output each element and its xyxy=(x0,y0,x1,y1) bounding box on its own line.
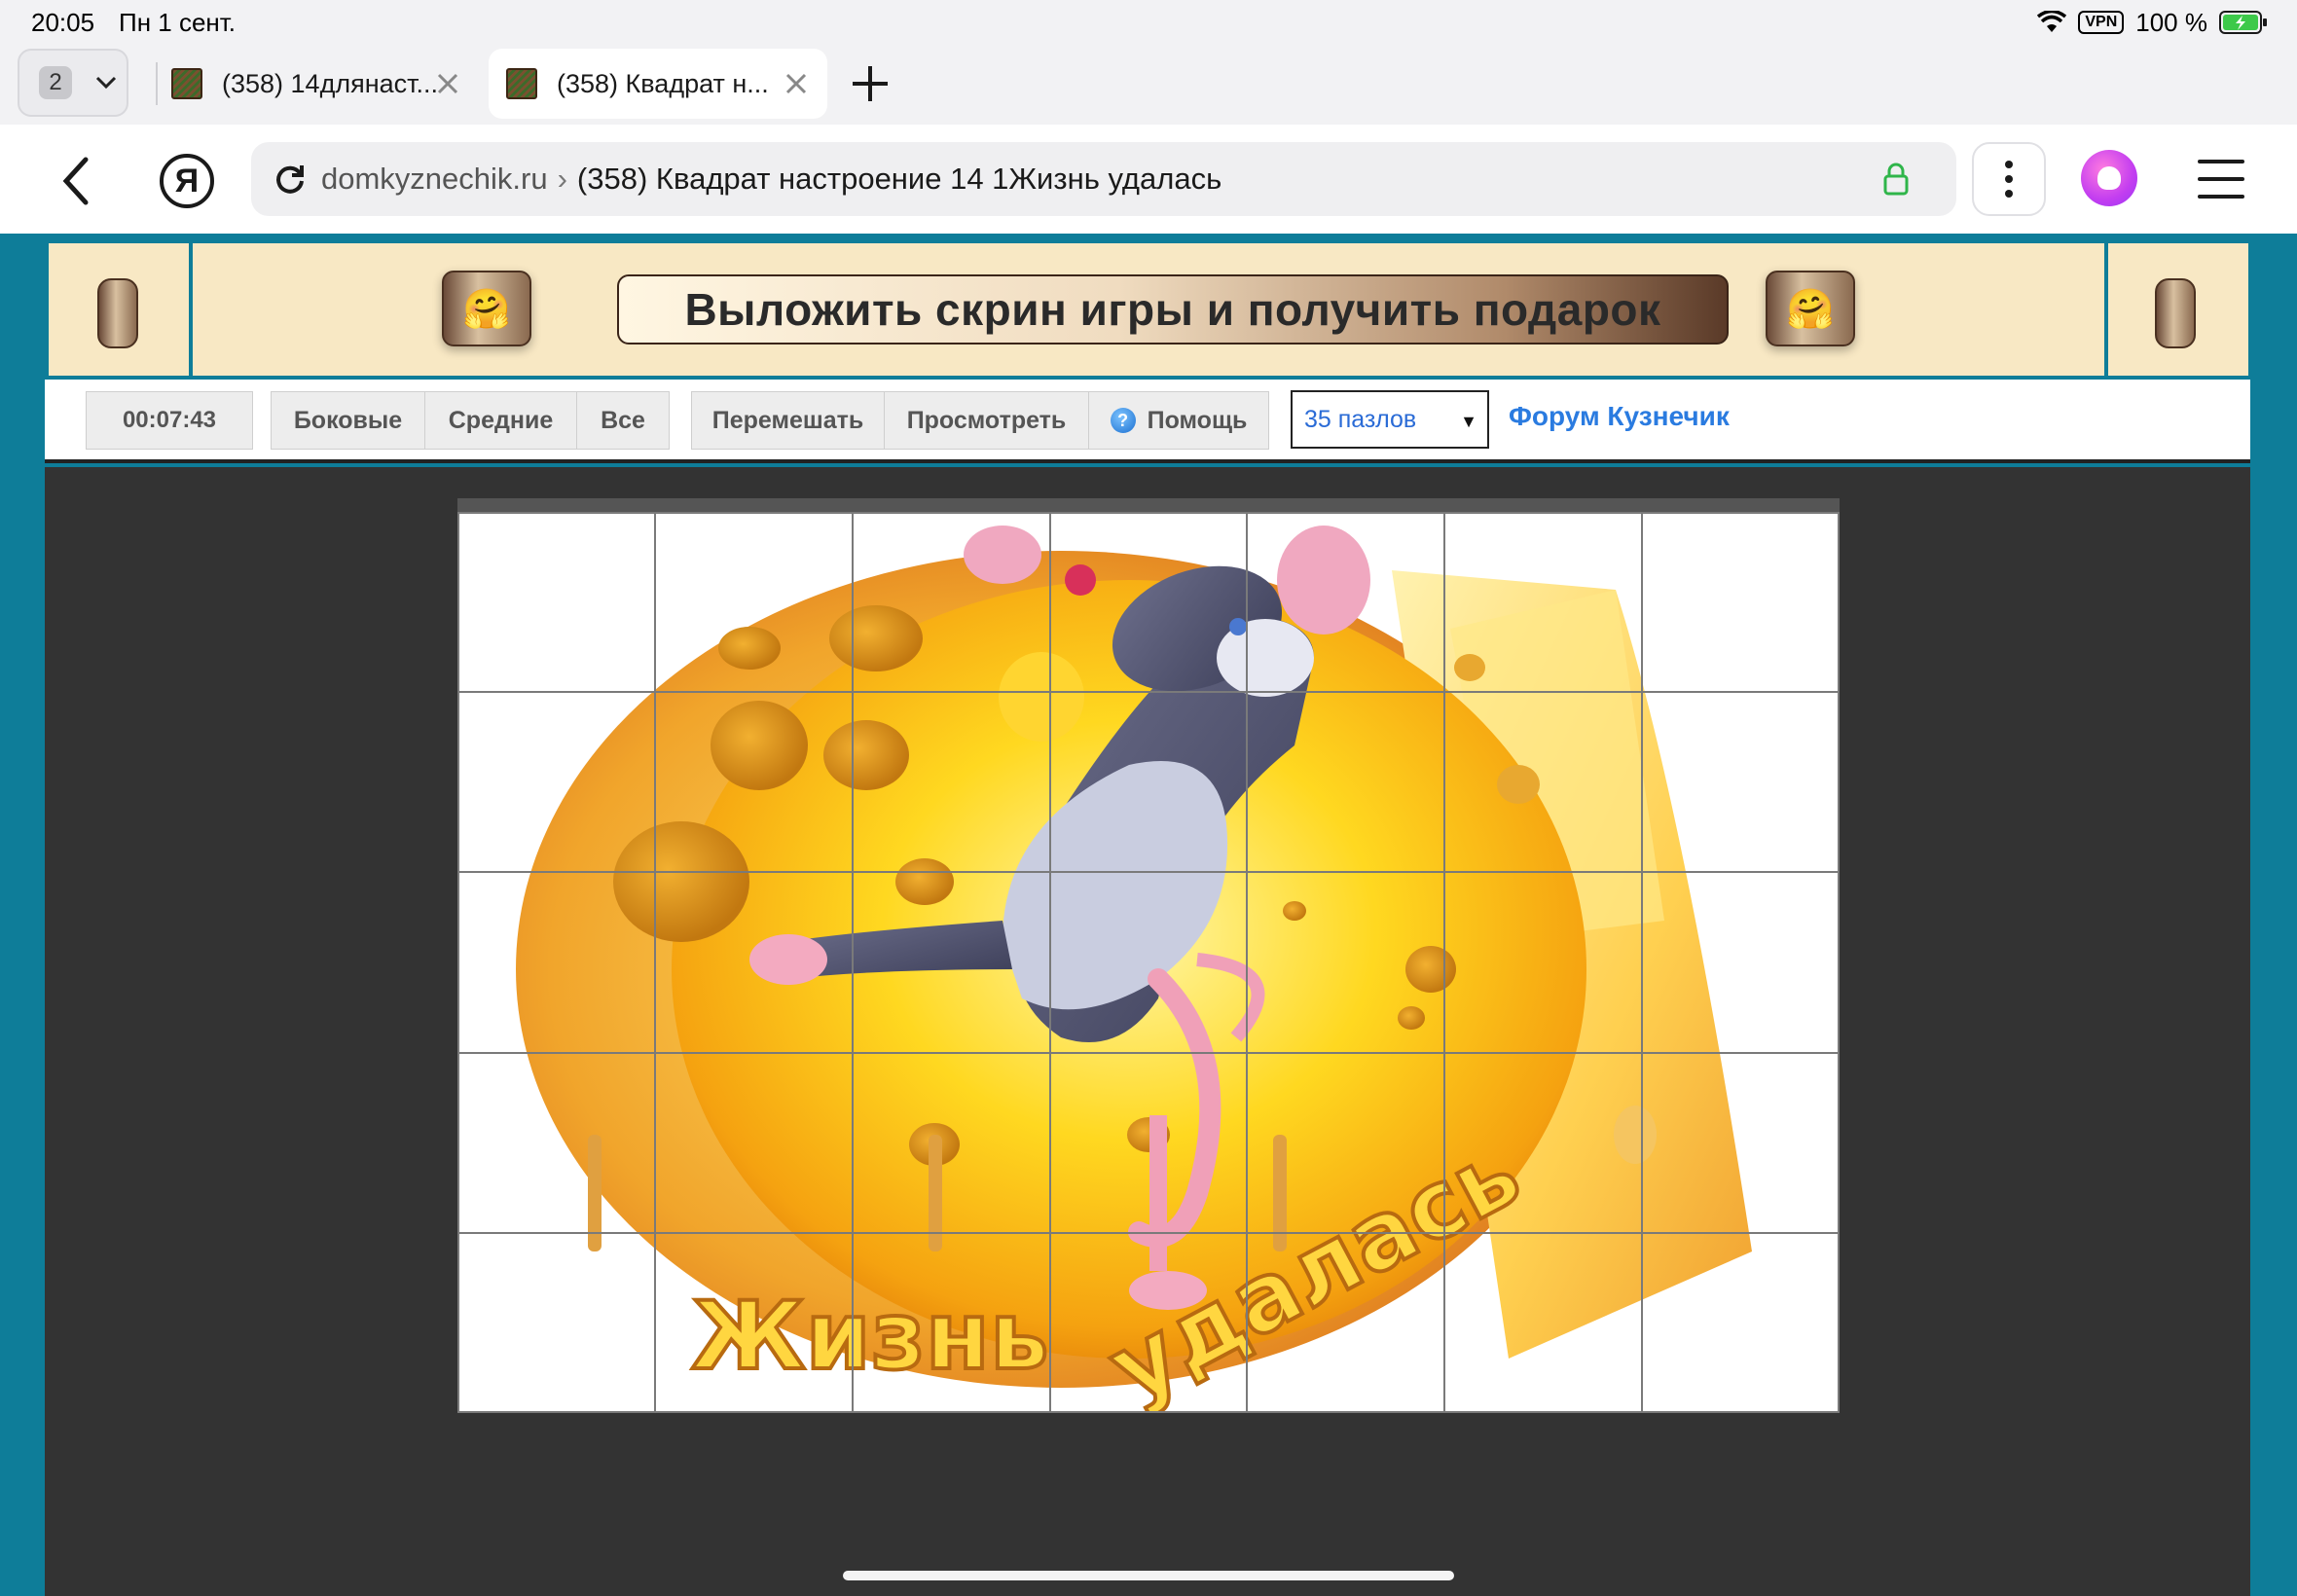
battery-icon xyxy=(2219,11,2267,34)
promo-banner: 🤗 Выложить скрин игры и получить подарок… xyxy=(49,243,2248,376)
decor-pill-right xyxy=(2155,278,2196,348)
web-page: 🤗 Выложить скрин игры и получить подарок… xyxy=(0,234,2297,1596)
banner-divider xyxy=(2104,243,2108,376)
more-options-button[interactable] xyxy=(1972,142,2046,216)
close-tab-icon[interactable] xyxy=(434,70,461,97)
tab-counter-button[interactable]: 2 xyxy=(18,49,128,117)
help-label: Помощь xyxy=(1147,406,1248,434)
status-time: 20:05 xyxy=(31,8,95,37)
page-title: (358) Квадрат настроение 14 1Жизнь удала… xyxy=(576,162,1222,196)
tab-title: (358) 14длянаст... xyxy=(222,68,438,98)
hug-emoji-button-right[interactable]: 🤗 xyxy=(1766,271,1855,346)
tab-divider xyxy=(156,62,158,105)
favicon-icon xyxy=(506,68,537,99)
tab-2-active[interactable]: (358) Квадрат н... xyxy=(489,49,827,119)
status-date: Пн 1 сент. xyxy=(119,8,237,37)
back-arrow-icon[interactable] xyxy=(56,154,95,208)
chevron-down-icon xyxy=(95,76,117,90)
url-field[interactable]: domkyznechik.ru › (358) Квадрат настроен… xyxy=(251,142,1956,216)
help-button[interactable]: ? Помощь xyxy=(1089,392,1268,449)
shuffle-button[interactable]: Перемешать xyxy=(692,392,885,449)
banner-divider xyxy=(189,243,193,376)
status-bar: 20:05 Пн 1 сент. VPN 100 % xyxy=(0,0,2297,45)
decor-pill-left xyxy=(97,278,138,348)
piece-count-select[interactable]: 35 пазлов ▼ xyxy=(1291,390,1489,449)
puzzle-toolbar: 00:07:43 Боковые Средние Все Перемешать … xyxy=(45,380,2250,463)
preview-button[interactable]: Просмотреть xyxy=(885,392,1089,449)
wifi-icon xyxy=(2037,11,2067,32)
hug-emoji-button-left[interactable]: 🤗 xyxy=(442,271,531,346)
piece-count-value: 35 пазлов xyxy=(1304,405,1417,433)
home-indicator[interactable] xyxy=(843,1571,1454,1580)
reload-icon[interactable] xyxy=(273,162,308,197)
post-screenshot-button[interactable]: Выложить скрин игры и получить подарок xyxy=(617,274,1729,345)
yandex-logo-button[interactable]: Я xyxy=(160,154,214,208)
favicon-icon xyxy=(171,68,202,99)
battery-percent: 100 % xyxy=(2135,7,2207,37)
tab-strip: 2 (358) 14длянаст... (358) Квадрат н... xyxy=(0,45,2297,125)
all-pieces-button[interactable]: Все xyxy=(577,392,669,449)
tab-count: 2 xyxy=(39,66,72,99)
hamburger-menu-icon[interactable] xyxy=(2198,160,2244,199)
middle-pieces-button[interactable]: Средние xyxy=(425,392,577,449)
lock-icon[interactable] xyxy=(1882,162,1910,197)
help-icon: ? xyxy=(1110,408,1136,433)
close-tab-icon[interactable] xyxy=(783,70,810,97)
game-area: Жизнь удалась xyxy=(45,467,2250,1596)
alice-assistant-icon[interactable] xyxy=(2081,150,2137,206)
forum-link[interactable]: Форум Кузнечик xyxy=(1509,401,1730,432)
vpn-badge: VPN xyxy=(2078,11,2125,34)
tab-1[interactable]: (358) 14длянаст... xyxy=(167,49,479,119)
url-separator: › xyxy=(557,162,567,196)
address-bar-row: Я domkyznechik.ru › (358) Квадрат настро… xyxy=(0,125,2297,234)
filter-button-group: Боковые Средние Все xyxy=(271,391,670,450)
new-tab-plus-icon[interactable] xyxy=(849,62,892,105)
puzzle-picture: Жизнь удалась xyxy=(457,512,1840,1413)
url-domain: domkyznechik.ru xyxy=(321,162,548,196)
status-indicators: VPN 100 % xyxy=(2037,6,2268,39)
tab-title: (358) Квадрат н... xyxy=(557,68,769,98)
dropdown-arrow-icon: ▼ xyxy=(1460,412,1477,431)
edge-pieces-button[interactable]: Боковые xyxy=(272,392,425,449)
puzzle-board[interactable]: Жизнь удалась xyxy=(457,498,1840,1413)
game-timer: 00:07:43 xyxy=(86,391,253,450)
lettering-word-1: Жизнь xyxy=(691,1282,1049,1391)
action-button-group: Перемешать Просмотреть ? Помощь xyxy=(691,391,1269,450)
